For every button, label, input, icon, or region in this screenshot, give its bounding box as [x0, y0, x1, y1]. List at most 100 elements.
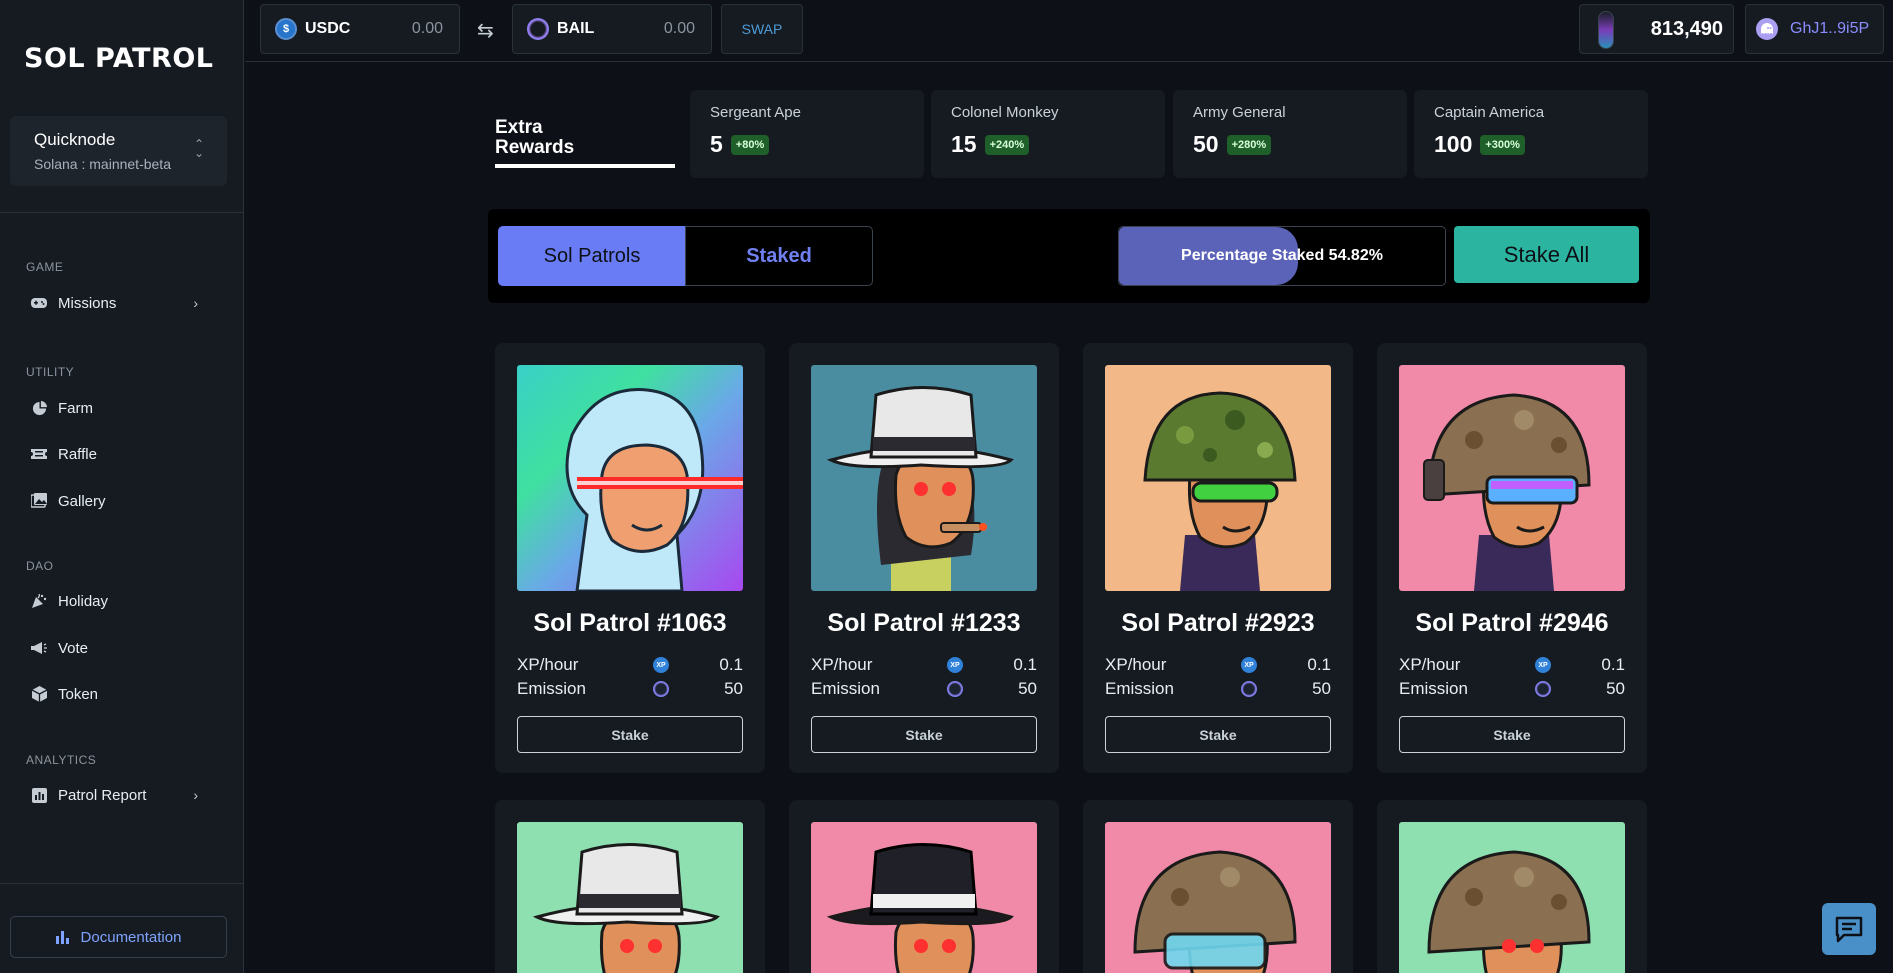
- nft-image: [1105, 365, 1331, 591]
- xp-icon: XP: [1241, 657, 1257, 673]
- emission-label: Emission: [1399, 679, 1468, 698]
- chevron-right-icon: ›: [193, 787, 198, 803]
- documentation-button[interactable]: Documentation: [10, 916, 227, 958]
- tier-bonus-badge: +280%: [1226, 134, 1272, 155]
- xp-row: XP/hour XP 0.1: [811, 655, 1037, 675]
- stake-button[interactable]: Stake: [1105, 716, 1331, 753]
- nft-image: [1105, 822, 1331, 973]
- sidebar-item-label: Raffle: [58, 445, 97, 463]
- network-selector[interactable]: Quicknode Solana : mainnet-beta ⌃ ⌄: [10, 116, 227, 186]
- emission-label: Emission: [517, 679, 586, 698]
- emission-token-icon: [653, 681, 669, 697]
- sidebar-item-farm[interactable]: Farm: [30, 395, 210, 421]
- xp-label: XP/hour: [517, 655, 579, 674]
- tier-name: Sergeant Ape: [710, 104, 801, 121]
- sidebar-item-label: Patrol Report: [58, 786, 147, 804]
- xp-label: XP/hour: [1399, 655, 1461, 674]
- tier-bonus-badge: +80%: [730, 134, 770, 155]
- extra-rewards-line2: Rewards: [495, 137, 575, 158]
- stake-button[interactable]: Stake: [1399, 716, 1625, 753]
- bail-value: 0.00: [663, 20, 695, 37]
- image-icon: [30, 492, 48, 510]
- divider: [0, 883, 244, 884]
- stake-all-button[interactable]: Stake All: [1454, 226, 1639, 283]
- sidebar-item-token[interactable]: Token: [30, 681, 210, 707]
- party-popper-icon: [30, 592, 48, 610]
- emission-value: 50: [724, 679, 743, 698]
- sidebar-item-label: Vote: [58, 639, 89, 657]
- usdc-icon: $: [275, 18, 297, 40]
- app-logo[interactable]: SOL PATROL: [24, 43, 213, 74]
- sidebar-item-gallery[interactable]: Gallery: [30, 488, 210, 514]
- xp-label: XP/hour: [1105, 655, 1167, 674]
- emission-label: Emission: [1105, 679, 1174, 698]
- nft-title: Sol Patrol #1233: [827, 609, 1021, 637]
- xp-icon: XP: [947, 657, 963, 673]
- emission-row: Emission 50: [517, 679, 743, 699]
- bail-icon: [527, 18, 549, 40]
- usdc-token-field[interactable]: $ USDC 0.00: [260, 4, 460, 54]
- extra-rewards-tab[interactable]: Extra Rewards: [495, 118, 675, 158]
- stake-button[interactable]: Stake: [517, 716, 743, 753]
- divider: [0, 212, 244, 213]
- xp-icon: XP: [1535, 657, 1551, 673]
- sidebar-item-holiday[interactable]: Holiday: [30, 588, 210, 614]
- sidebar-item-raffle[interactable]: Raffle: [30, 441, 210, 467]
- nft-image: [811, 365, 1037, 591]
- tier-count: 100: [1434, 131, 1473, 157]
- xp-icon: XP: [653, 657, 669, 673]
- section-label-game: GAME: [26, 260, 64, 274]
- extra-rewards-line1: Extra: [495, 117, 543, 138]
- emission-token-icon: [947, 681, 963, 697]
- nft-image: [811, 822, 1037, 973]
- percentage-staked-bar: Percentage Staked 54.82%: [1118, 226, 1446, 286]
- emission-label: Emission: [811, 679, 880, 698]
- emission-token-icon: [1241, 681, 1257, 697]
- sidebar-item-missions[interactable]: Missions ›: [30, 290, 210, 316]
- xp-row: XP/hour XP 0.1: [1105, 655, 1331, 675]
- cube-icon: [30, 685, 48, 703]
- xp-label: XP/hour: [811, 655, 873, 674]
- tier-count: 15: [951, 131, 977, 157]
- staking-tab-bar: Sol Patrols Staked Percentage Staked 54.…: [488, 209, 1650, 303]
- sidebar-item-vote[interactable]: Vote: [30, 635, 210, 661]
- chat-icon: [1835, 916, 1863, 943]
- sidebar-item-label: Token: [58, 685, 99, 703]
- emission-token-icon: [1535, 681, 1551, 697]
- swap-button[interactable]: SWAP: [721, 4, 803, 54]
- wallet-button[interactable]: GhJ1..9i5P: [1745, 4, 1884, 54]
- reward-tier-card: Army General 50 +280%: [1173, 90, 1407, 178]
- chevron-right-icon: ›: [193, 295, 198, 311]
- tab-sol-patrols[interactable]: Sol Patrols: [498, 226, 686, 286]
- nft-card: Sol Patrol #1063 XP/hour XP 0.1 Emission…: [495, 343, 765, 773]
- nft-title: Sol Patrol #1063: [533, 609, 727, 637]
- nft-card: [495, 800, 765, 973]
- bail-token-field[interactable]: BAIL 0.00: [512, 4, 712, 54]
- token-balance[interactable]: 813,490: [1579, 4, 1734, 54]
- top-bar: $ USDC 0.00 ⇆ BAIL 0.00 SWAP 813,490 GhJ…: [245, 0, 1893, 62]
- emission-row: Emission 50: [1399, 679, 1625, 699]
- section-label-utility: UTILITY: [26, 365, 75, 379]
- nft-card: Sol Patrol #1233 XP/hour XP 0.1 Emission…: [789, 343, 1059, 773]
- reward-tier-card: Sergeant Ape 5 +80%: [690, 90, 924, 178]
- network-cluster: Solana : mainnet-beta: [34, 156, 171, 172]
- reward-tier-card: Colonel Monkey 15 +240%: [931, 90, 1165, 178]
- stake-button[interactable]: Stake: [811, 716, 1037, 753]
- xp-value: 0.1: [1013, 655, 1037, 674]
- bar-chart-icon: [30, 786, 48, 804]
- usdc-value: 0.00: [411, 20, 443, 37]
- chat-widget-button[interactable]: [1822, 903, 1876, 955]
- emission-row: Emission 50: [1105, 679, 1331, 699]
- section-label-dao: DAO: [26, 559, 54, 573]
- bail-symbol: BAIL: [557, 20, 595, 37]
- section-label-analytics: ANALYTICS: [26, 753, 97, 767]
- tab-staked[interactable]: Staked: [685, 226, 873, 286]
- gamepad-icon: [30, 294, 48, 312]
- bar-chart-icon: [55, 930, 69, 944]
- gem-icon: [1598, 11, 1614, 49]
- balance-value: 813,490: [1650, 17, 1723, 40]
- documentation-label: Documentation: [80, 928, 182, 946]
- sidebar-item-patrol-report[interactable]: Patrol Report ›: [30, 782, 210, 808]
- nft-card: [1377, 800, 1647, 973]
- swap-direction-icon[interactable]: ⇆: [477, 18, 494, 43]
